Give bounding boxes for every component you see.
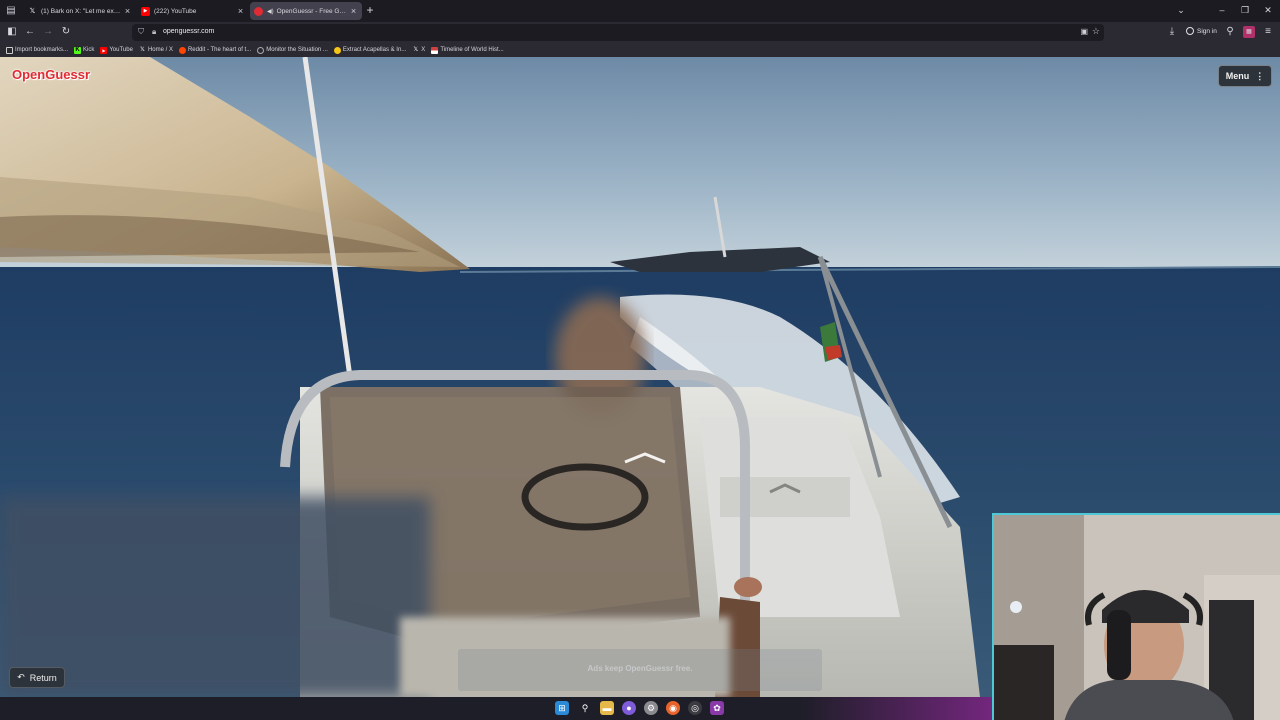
windows-taskbar: ⊞ ⚲ ▬ ● ⚙ ◉ ◎ ✿ [0, 697, 992, 720]
url-text[interactable]: openguessr.com [163, 28, 214, 35]
bookmark-item[interactable]: 𝕏 X [412, 47, 425, 54]
browser-tab[interactable]: ▶ (222) YouTube × [137, 2, 249, 20]
tab-title: OpenGuessr - Free GeoGu [276, 7, 349, 15]
sidebar-icon[interactable]: ◧ [5, 25, 19, 39]
app-icon[interactable]: ✿ [710, 701, 724, 715]
bookmark-label: YouTube [109, 47, 133, 53]
windows-start-icon[interactable]: ⊞ [555, 701, 569, 715]
file-explorer-icon[interactable]: ▬ [600, 701, 614, 715]
account-icon [1186, 27, 1194, 35]
obs-icon[interactable]: ◎ [688, 701, 702, 715]
bookmark-item[interactable]: Timeline of World Hist... [431, 46, 504, 54]
bookmark-item[interactable]: Extract Acapellas & In... [333, 46, 407, 54]
browser-tab-active[interactable]: ◀) OpenGuessr - Free GeoGu × [250, 2, 362, 20]
firefox-icon[interactable]: ◉ [666, 701, 680, 715]
bookmark-label: Timeline of World Hist... [440, 47, 504, 53]
back-button[interactable]: ← [23, 25, 37, 39]
bookmark-label: Extract Acapellas & In... [342, 47, 407, 53]
bookmark-label: Monitor the Situation ... [266, 47, 328, 53]
tab-strip: ▤ 𝕏 (1) Bark on X: "Let me explain w × ▶… [0, 0, 1280, 22]
bookmark-item[interactable]: Import bookmarks... [6, 46, 69, 54]
browser-tab[interactable]: 𝕏 (1) Bark on X: "Let me explain w × [24, 2, 136, 20]
globe-icon [257, 46, 265, 54]
music-icon [333, 46, 341, 54]
shield-icon[interactable]: ⛉ [138, 27, 146, 37]
extensions-icon[interactable]: ⚲ [1223, 25, 1237, 39]
ad-text: Ads keep OpenGuessr free. [587, 664, 693, 673]
speaker-icon[interactable]: ◀) [267, 8, 274, 15]
reload-button[interactable]: ↻ [59, 25, 73, 39]
x-icon: 𝕏 [29, 7, 36, 15]
import-icon [6, 46, 13, 54]
bookmark-label: X [421, 47, 426, 53]
x-icon: 𝕏 [140, 46, 145, 53]
settings-icon[interactable]: ⚙ [644, 701, 658, 715]
openguessr-logo[interactable]: OpenGuessr [12, 67, 90, 82]
app-menu-icon[interactable]: ≡ [1261, 25, 1275, 39]
return-label: Return [29, 672, 57, 683]
close-icon[interactable]: × [349, 6, 358, 16]
return-icon: ↶ [17, 672, 25, 682]
extension-badge-icon[interactable]: ▦ [1243, 26, 1255, 38]
ad-banner: Ads keep OpenGuessr free. [458, 649, 822, 691]
return-button[interactable]: ↶ Return [9, 667, 65, 688]
reader-view-icon[interactable]: ▣ [1080, 27, 1088, 36]
address-bar[interactable]: ⛉ 🔒︎ openguessr.com ▣ ☆ [132, 24, 1104, 41]
lock-icon[interactable]: 🔒︎ [152, 27, 156, 37]
bookmark-label: Kick [83, 47, 95, 53]
sign-in-label: Sign in [1197, 27, 1217, 35]
bookmark-item[interactable]: Reddit - The heart of t... [178, 46, 252, 54]
webcam-image [994, 515, 1280, 720]
youtube-icon: ▶ [100, 46, 108, 54]
bookmark-star-icon[interactable]: ☆ [1092, 26, 1100, 37]
new-tab-button[interactable]: + [364, 4, 376, 16]
more-vertical-icon: ⋮ [1255, 70, 1265, 81]
close-icon[interactable]: × [236, 6, 245, 16]
navigation-bar: ◧ ← → ↻ ⛉ 🔒︎ openguessr.com ▣ ☆ ⤓ Sign i… [0, 22, 1280, 43]
bookmark-label: Reddit - The heart of t... [187, 47, 252, 53]
downloads-icon[interactable]: ⤓ [1165, 25, 1179, 39]
flag-icon [431, 46, 439, 54]
search-icon[interactable]: ⚲ [578, 701, 592, 715]
kick-icon: K [74, 46, 82, 54]
bookmarks-bar: Import bookmarks... K Kick ▶ YouTube 𝕏 H… [0, 43, 1280, 57]
bookmark-item[interactable]: Monitor the Situation ... [257, 46, 328, 54]
sign-in-button[interactable]: Sign in [1186, 27, 1217, 35]
webcam-overlay [992, 513, 1280, 720]
youtube-icon: ▶ [141, 6, 150, 16]
restore-button[interactable]: ❐ [1238, 4, 1252, 16]
bookmark-label: Import bookmarks... [15, 47, 69, 53]
bookmark-item[interactable]: ▶ YouTube [100, 46, 133, 54]
tab-list-icon[interactable]: ▤ [4, 4, 18, 18]
minimize-button[interactable]: – [1215, 4, 1229, 16]
close-icon[interactable]: × [123, 6, 132, 16]
reddit-icon [178, 46, 186, 54]
bookmark-label: Home / X [147, 47, 173, 53]
taskbar-glow [800, 697, 992, 720]
tab-title: (1) Bark on X: "Let me explain w [41, 7, 123, 15]
menu-label: Menu [1225, 71, 1250, 81]
x-icon: 𝕏 [413, 46, 419, 53]
forward-button[interactable]: → [41, 25, 55, 39]
discord-icon[interactable]: ● [622, 701, 636, 715]
openguessr-icon [254, 6, 263, 16]
bookmark-item[interactable]: K Kick [74, 46, 95, 54]
menu-button[interactable]: Menu ⋮ [1218, 65, 1272, 87]
close-window-button[interactable]: ✕ [1261, 4, 1275, 16]
list-all-tabs-icon[interactable]: ⌄ [1174, 4, 1188, 16]
bookmark-item[interactable]: 𝕏 Home / X [139, 47, 173, 54]
tab-title: (222) YouTube [154, 7, 197, 15]
